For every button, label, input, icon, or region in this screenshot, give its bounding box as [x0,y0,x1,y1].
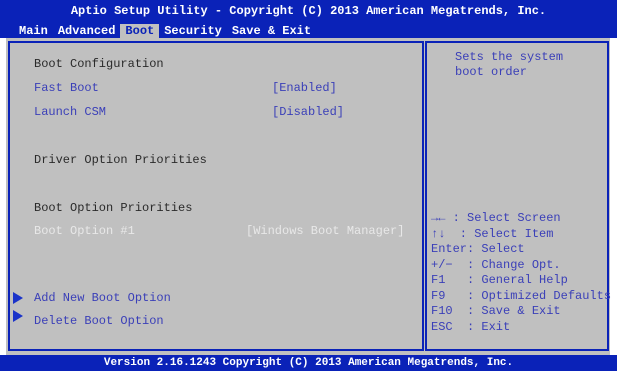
driver-option-priorities-heading: Driver Option Priorities [34,153,207,167]
key-exit: ESC : Exit [431,319,511,334]
boot-configuration-heading: Boot Configuration [34,57,164,71]
key-select-item: ↑↓ : Select Item [431,226,554,241]
delete-boot-option[interactable]: Delete Boot Option [34,314,164,328]
submenu-arrow-icon [13,292,23,304]
fast-boot-label[interactable]: Fast Boot [34,81,99,95]
key-select-screen: →← : Select Screen [431,211,561,225]
settings-panel: Boot Configuration Fast Boot [Enabled] L… [8,41,424,351]
help-panel: Sets the system boot order →← : Select S… [425,41,612,351]
tab-advanced[interactable]: Advanced [53,24,121,38]
submenu-arrow-icon [13,310,23,322]
key-change-opt: +/− : Change Opt. [431,257,561,272]
add-new-boot-option[interactable]: Add New Boot Option [34,291,171,305]
help-line-1: Sets the system [455,50,564,64]
help-line-2: boot order [455,65,528,79]
key-enter-select: Enter: Select [431,242,525,256]
tab-save-exit[interactable]: Save & Exit [227,24,316,38]
main-area: Boot Configuration Fast Boot [Enabled] L… [6,38,612,355]
window-title: Aptio Setup Utility - Copyright (C) 2013… [70,4,547,18]
launch-csm-label[interactable]: Launch CSM [34,105,106,119]
version-footer: Version 2.16.1243 Copyright (C) 2013 Ame… [0,355,617,371]
key-optimized-defaults: F9 : Optimized Defaults [431,288,612,303]
launch-csm-value[interactable]: [Disabled] [272,105,344,119]
boot-option-priorities-heading: Boot Option Priorities [34,201,193,215]
fast-boot-value[interactable]: [Enabled] [272,81,337,95]
key-save-exit: F10 : Save & Exit [431,304,561,318]
key-general-help: F1 : General Help [431,273,568,287]
tab-security[interactable]: Security [159,24,227,38]
tab-boot[interactable]: Boot [120,24,160,38]
boot-option-1-label[interactable]: Boot Option #1 [34,224,135,238]
tab-main[interactable]: Main [14,24,53,38]
boot-option-1-value[interactable]: [Windows Boot Manager] [246,224,404,238]
title-bar: Aptio Setup Utility - Copyright (C) 2013… [0,0,617,38]
tab-bar: Main Advanced Boot Security Save & Exit [14,24,316,38]
